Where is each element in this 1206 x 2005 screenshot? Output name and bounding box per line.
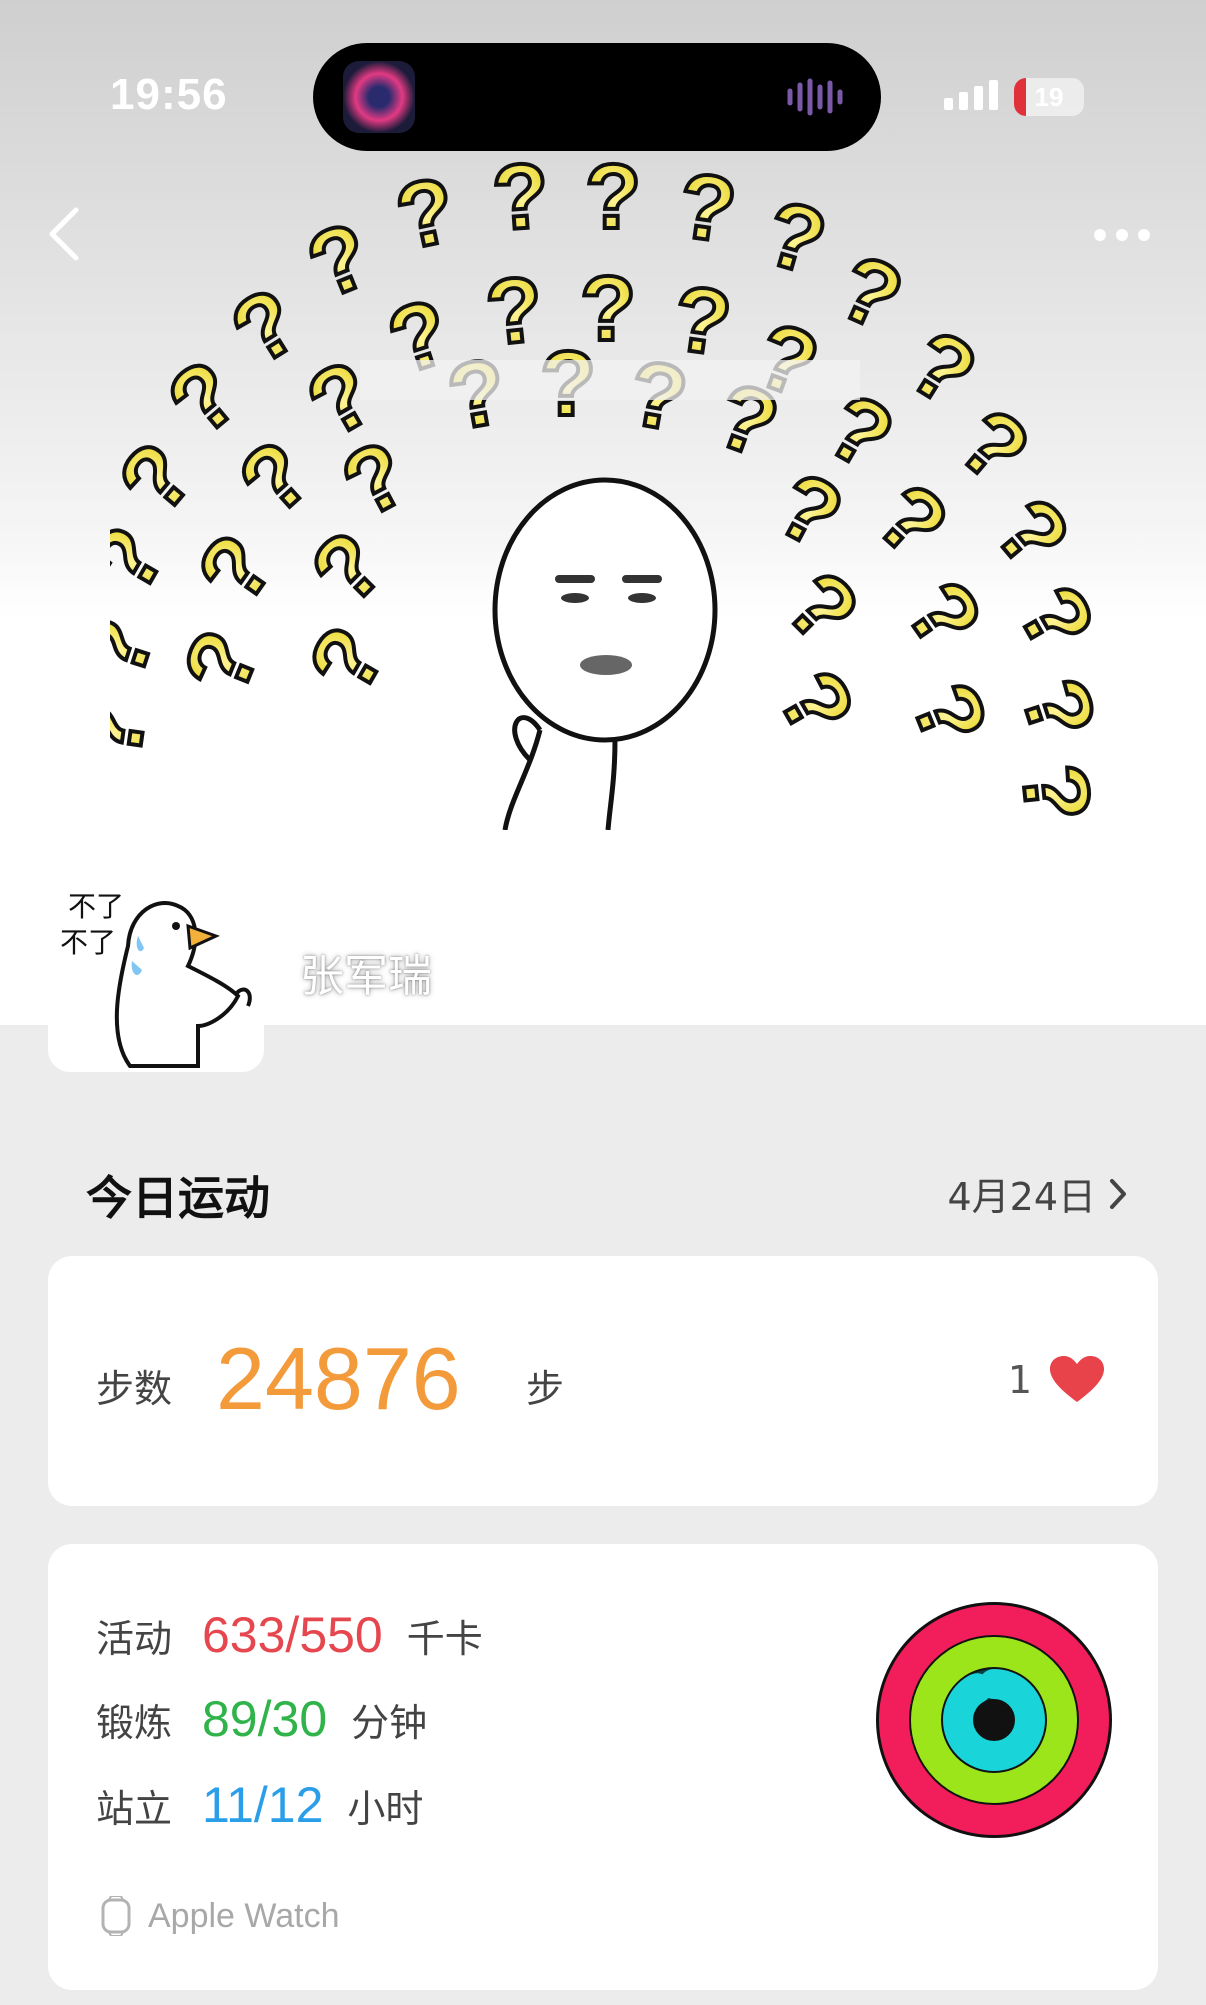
steps-label: 步数	[96, 1367, 173, 1411]
svg-text:?: ?	[220, 421, 330, 534]
like-button[interactable]: 1	[1008, 1356, 1104, 1404]
audio-wave-icon	[787, 78, 843, 116]
exercise-row: 锻炼 89/30 分钟	[96, 1690, 427, 1748]
profile-name: 张军瑞	[300, 951, 432, 1002]
activity-card[interactable]: 活动 633/550 千卡 锻炼 89/30 分钟 站立 11/12 小时 Ap…	[48, 1544, 1158, 1990]
device-source: Apple Watch	[98, 1896, 340, 1936]
stand-label: 站立	[96, 1787, 173, 1831]
svg-text:?: ?	[289, 610, 405, 710]
svg-text:?: ?	[939, 389, 1048, 503]
svg-text:不了: 不了	[68, 890, 124, 923]
device-name: Apple Watch	[148, 1896, 340, 1935]
exercise-unit: 分钟	[351, 1701, 428, 1745]
svg-text:?: ?	[754, 181, 836, 295]
svg-text:?: ?	[758, 654, 874, 754]
svg-text:?: ?	[110, 698, 166, 768]
svg-text:?: ?	[891, 669, 1007, 759]
status-time: 19:56	[110, 70, 228, 119]
stand-row: 站立 11/12 小时	[96, 1776, 423, 1834]
svg-text:?: ?	[110, 606, 174, 691]
svg-text:?: ?	[766, 552, 878, 664]
svg-text:?: ?	[388, 158, 464, 269]
svg-text:?: ?	[585, 146, 641, 248]
exercise-value: 89/30	[202, 1691, 328, 1747]
svg-text:?: ?	[489, 144, 552, 250]
dynamic-island[interactable]	[313, 43, 881, 151]
now-playing-art[interactable]	[343, 61, 415, 133]
like-count: 1	[1007, 1358, 1032, 1402]
svg-text:不了: 不了	[60, 926, 116, 959]
svg-text:?: ?	[1002, 759, 1100, 826]
steps-value: 24876	[216, 1329, 461, 1428]
chevron-left-icon[interactable]	[44, 204, 84, 264]
battery-icon: 19	[1014, 78, 1084, 116]
cover-image: ? ? ? ? ? ? ? ? ? ? ? ? ? ? ? ? ? ? ? ? …	[110, 142, 1100, 830]
more-dots-icon[interactable]	[1092, 220, 1152, 250]
svg-text:?: ?	[1001, 667, 1100, 752]
svg-text:?: ?	[886, 563, 1002, 668]
chevron-right-icon	[1110, 1178, 1126, 1209]
steps-unit: 步	[526, 1367, 565, 1411]
svg-text:?: ?	[294, 203, 384, 319]
svg-text:?: ?	[824, 235, 917, 351]
steps-card[interactable]: 步数 24876 步 1	[48, 1256, 1158, 1506]
duck-avatar-image: 不了 不了	[60, 890, 252, 1068]
svg-text:?: ?	[891, 310, 993, 426]
svg-text:?: ?	[178, 517, 294, 622]
svg-text:?: ?	[857, 464, 967, 577]
svg-text:?: ?	[672, 154, 742, 263]
activity-rings[interactable]	[876, 1602, 1112, 1838]
exercise-label: 锻炼	[96, 1701, 173, 1745]
heart-icon	[1050, 1356, 1104, 1402]
date-selector[interactable]: 4月24日	[947, 1166, 1128, 1221]
svg-text:?: ?	[164, 617, 280, 707]
svg-text:?: ?	[110, 424, 213, 533]
move-unit: 千卡	[406, 1617, 483, 1661]
avatar[interactable]: 不了 不了	[48, 866, 264, 1072]
svg-text:?: ?	[975, 479, 1089, 588]
move-row: 活动 633/550 千卡	[96, 1606, 483, 1664]
move-value: 633/550	[202, 1607, 383, 1663]
watch-icon	[101, 1896, 131, 1936]
stand-value: 11/12	[202, 1777, 324, 1833]
svg-text:?: ?	[149, 341, 258, 455]
stand-unit: 小时	[347, 1787, 424, 1831]
move-label: 活动	[96, 1617, 173, 1661]
signal-icon	[944, 80, 998, 110]
section-title: 今日运动	[86, 1171, 270, 1225]
date-label: 4月24日	[947, 1175, 1096, 1219]
